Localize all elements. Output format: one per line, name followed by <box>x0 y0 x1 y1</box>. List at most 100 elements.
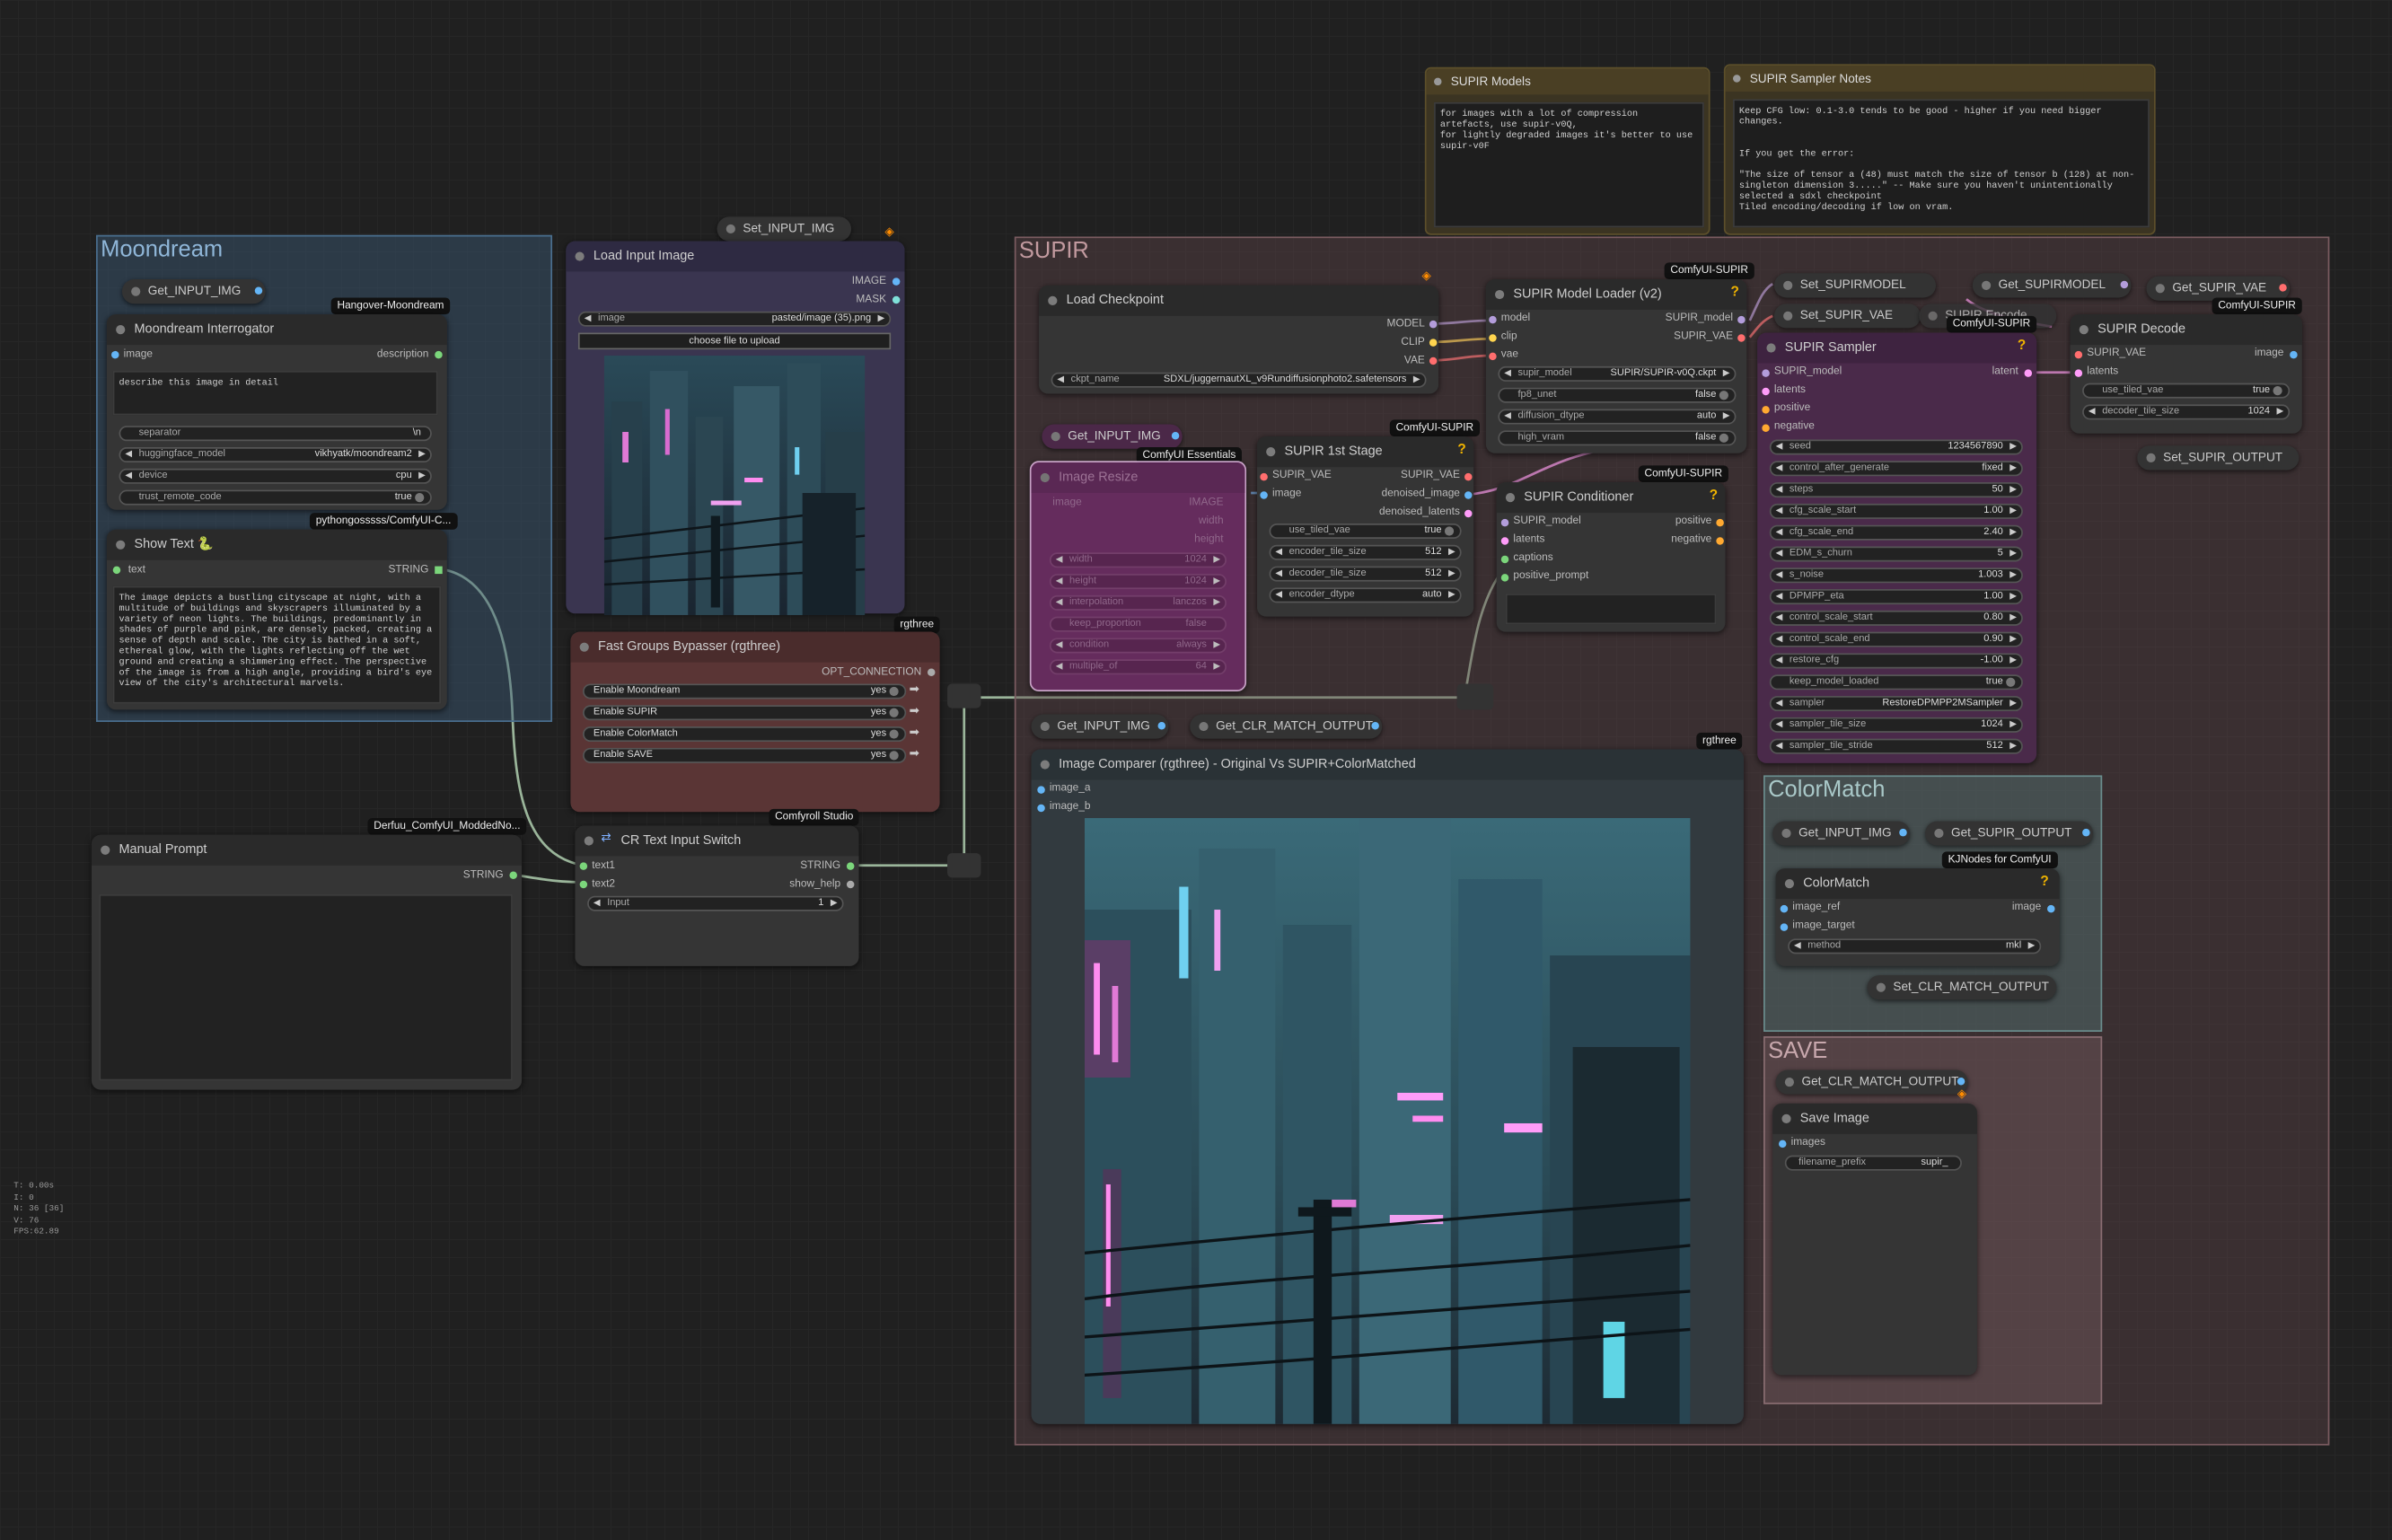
output-dot[interactable] <box>1737 315 1746 324</box>
note-supir-models[interactable]: SUPIR Models for images with a lot of co… <box>1424 66 1710 235</box>
help-icon[interactable]: ? <box>1730 284 1738 299</box>
output-dot[interactable] <box>1464 491 1473 499</box>
toggle-enable-supir[interactable]: Enable SUPIR yes <box>583 705 907 721</box>
input-dot[interactable] <box>112 566 121 575</box>
toggle-enable-save[interactable]: Enable SAVE yes <box>583 747 907 763</box>
show-text-node[interactable]: Show Text 🐍 text STRING The image depict… <box>106 529 447 710</box>
widget-sampler-tile-stride[interactable]: ◀ sampler_tile_stride 512 ▶ <box>1769 738 2023 754</box>
reroute-node[interactable] <box>1456 683 1494 710</box>
input-dot[interactable] <box>1779 1140 1787 1148</box>
widget-interpolation[interactable]: ◀ interpolation lanczos ▶ <box>1049 594 1227 611</box>
widget-decoder-tile-size[interactable]: ◀ decoder_tile_size 1024 ▶ <box>2082 404 2291 420</box>
input-dot[interactable] <box>1500 537 1509 545</box>
widget-cfg-scale-end[interactable]: ◀ cfg_scale_end 2.40 ▶ <box>1769 524 2023 541</box>
input-dot[interactable] <box>1500 555 1509 564</box>
widget-multiple-of[interactable]: ◀ multiple_of 64 ▶ <box>1049 659 1227 675</box>
widget-control-scale-start[interactable]: ◀ control_scale_start 0.80 ▶ <box>1769 610 2023 626</box>
input-dot[interactable] <box>579 880 588 889</box>
input-dot[interactable] <box>1489 352 1497 361</box>
supir-sampler-node[interactable]: SUPIR Sampler ? SUPIR_model latents posi… <box>1757 332 2037 763</box>
input-dot[interactable] <box>1037 786 1045 794</box>
widget-decoder-tile-size[interactable]: ◀ decoder_tile_size 512 ▶ <box>1269 566 1462 582</box>
save-image-node[interactable]: Save Image images filename_prefix supir_ <box>1772 1103 1977 1376</box>
input-dot[interactable] <box>1762 369 1770 377</box>
widget-encoder-dtype[interactable]: ◀ encoder_dtype auto ▶ <box>1269 587 1462 603</box>
widget-diffusion-dtype[interactable]: ◀ diffusion_dtype auto ▶ <box>1498 409 1737 425</box>
widget-control-scale-end[interactable]: ◀ control_scale_end 0.90 ▶ <box>1769 631 2023 647</box>
get-clr-match-output-node[interactable]: Get_CLR_MATCH_OUTPUT <box>1190 714 1383 739</box>
widget-encoder-tile-size[interactable]: ◀ encoder_tile_size 512 ▶ <box>1269 544 1462 560</box>
output-dot[interactable] <box>1171 432 1180 440</box>
widget-condition[interactable]: ◀ condition always ▶ <box>1049 638 1227 654</box>
set-supir-vae-node[interactable]: Set_SUPIR_VAE <box>1773 304 1922 329</box>
input-dot[interactable] <box>1780 904 1789 913</box>
get-input-img-node[interactable]: Get_INPUT_IMG <box>1772 821 1911 846</box>
input-dot[interactable] <box>1489 334 1497 342</box>
output-dot[interactable] <box>2082 828 2090 837</box>
input-dot[interactable] <box>1489 315 1497 324</box>
comparison-image-preview[interactable] <box>1084 818 1691 1424</box>
input-dot[interactable] <box>1037 804 1045 813</box>
output-dot[interactable] <box>1899 828 1907 837</box>
help-icon[interactable]: ? <box>2040 873 2048 888</box>
widget-steps[interactable]: ◀ steps 50 ▶ <box>1769 482 2023 498</box>
cr-text-input-switch-node[interactable]: ⇄ CR Text Input Switch text1 text2 STRING… <box>575 825 859 966</box>
input-dot[interactable] <box>111 350 119 359</box>
supir-decode-node[interactable]: SUPIR Decode SUPIR_VAE latents image use… <box>2070 314 2302 434</box>
get-input-img-node[interactable]: Get_INPUT_IMG <box>1042 424 1183 449</box>
toggle-enable-moondream[interactable]: Enable Moondream yes <box>583 683 907 700</box>
output-dot[interactable] <box>2279 284 2287 292</box>
output-dot[interactable] <box>846 862 855 870</box>
help-icon[interactable]: ? <box>1710 487 1718 502</box>
get-supir-output-node[interactable]: Get_SUPIR_OUTPUT <box>1925 821 2094 846</box>
input-dot[interactable] <box>1500 518 1509 527</box>
widget-high-vram[interactable]: high_vram false <box>1498 430 1737 446</box>
widget-height[interactable]: ◀ height 1024 ▶ <box>1049 574 1227 590</box>
output-dot[interactable] <box>2024 369 2033 377</box>
supir-model-loader-node[interactable]: SUPIR Model Loader (v2) ? model clip vae… <box>1485 279 1747 453</box>
output-dot[interactable] <box>1464 509 1473 518</box>
moondream-interrogator-node[interactable]: Moondream Interrogator image description… <box>106 314 447 510</box>
get-input-img-node[interactable]: Get_INPUT_IMG <box>1031 714 1169 739</box>
help-icon[interactable]: ? <box>1457 441 1465 456</box>
output-dot[interactable] <box>892 277 901 286</box>
output-dot[interactable] <box>2120 280 2129 289</box>
set-input-img-node[interactable]: Set_INPUT_IMG <box>717 216 852 242</box>
input-dot[interactable] <box>1762 424 1770 433</box>
goto-arrow-icon[interactable]: ➡ <box>910 725 919 738</box>
goto-arrow-icon[interactable]: ➡ <box>910 682 919 696</box>
goto-arrow-icon[interactable]: ➡ <box>910 746 919 760</box>
get-input-img-node[interactable]: Get_INPUT_IMG <box>121 279 266 304</box>
widget-width[interactable]: ◀ width 1024 ▶ <box>1049 552 1227 568</box>
set-supir-output-node[interactable]: Set_SUPIR_OUTPUT <box>2137 445 2300 471</box>
widget-keep-model-loaded[interactable]: keep_model_loaded true <box>1769 674 2023 691</box>
set-clr-match-output-node[interactable]: Set_CLR_MATCH_OUTPUT <box>1867 975 2057 1000</box>
supir-conditioner-node[interactable]: SUPIR Conditioner ? SUPIR_model latents … <box>1496 482 1726 632</box>
output-dot[interactable] <box>435 350 443 359</box>
output-dot[interactable] <box>254 286 263 295</box>
output-dot[interactable] <box>2047 904 2055 913</box>
input-dot[interactable] <box>1762 387 1770 396</box>
reroute-node[interactable] <box>947 853 981 878</box>
note-text[interactable]: for images with a lot of compression art… <box>1434 101 1704 228</box>
input-dot[interactable] <box>579 862 588 870</box>
image-comparer-node[interactable]: Image Comparer (rgthree) - Original Vs S… <box>1031 749 1744 1424</box>
captions-textarea[interactable] <box>1505 594 1717 625</box>
output-dot[interactable] <box>1429 320 1438 329</box>
set-supirmodel-node[interactable]: Set_SUPIRMODEL <box>1773 273 1937 298</box>
output-dot[interactable] <box>892 295 901 304</box>
show-text-content[interactable]: The image depicts a bustling cityscape a… <box>112 585 442 704</box>
widget-edm-s-churn[interactable]: ◀ EDM_s_churn 5 ▶ <box>1769 546 2023 562</box>
widget-seed[interactable]: ◀ seed 1234567890 ▶ <box>1769 439 2023 455</box>
load-input-image-node[interactable]: Load Input Image IMAGE MASK ◀ image pasted… <box>566 241 905 615</box>
widget-use-tiled-vae[interactable]: use_tiled_vae true <box>2082 383 2291 399</box>
choose-file-button[interactable]: choose file to upload <box>577 332 892 350</box>
widget-cfg-scale-start[interactable]: ◀ cfg_scale_start 1.00 ▶ <box>1769 503 2023 519</box>
widget-supir-model[interactable]: ◀ supir_model SUPIR/SUPIR-v0Q.ckpt ▶ <box>1498 365 1737 382</box>
output-dot[interactable] <box>2290 350 2298 359</box>
output-dot[interactable] <box>927 668 936 676</box>
colormatch-node[interactable]: ColorMatch ? image_ref image_target imag… <box>1775 868 2060 966</box>
widget-device[interactable]: ◀ device cpu ▶ <box>119 468 432 484</box>
input-dot[interactable] <box>1762 406 1770 414</box>
widget-input[interactable]: ◀ Input 1 ▶ <box>587 895 844 911</box>
